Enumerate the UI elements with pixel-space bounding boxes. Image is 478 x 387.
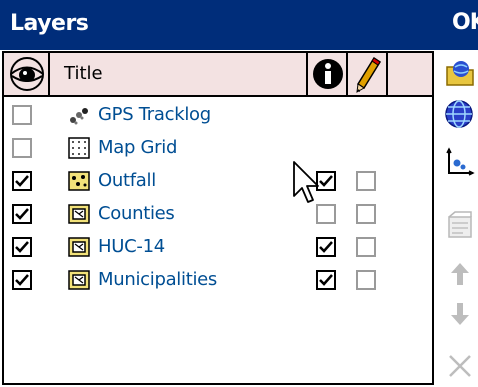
title-bar: Layers OK	[0, 0, 478, 50]
close-icon[interactable]	[443, 349, 477, 383]
layer-row-counties[interactable]: Counties	[4, 198, 432, 231]
layers-dialog: Layers OK Title	[0, 0, 478, 387]
add-layer-folder-icon[interactable]	[443, 57, 477, 91]
arrow-up-icon[interactable]	[443, 257, 477, 291]
layer-name: Map Grid	[98, 137, 178, 158]
polygon-layer-icon	[68, 237, 90, 257]
pencil-icon	[356, 56, 382, 93]
polygon-layer-icon	[68, 270, 90, 290]
layer-name: Counties	[98, 203, 175, 224]
layer-name: GPS Tracklog	[98, 104, 211, 125]
title-column-header[interactable]: Title	[50, 53, 308, 95]
checkmark-icon	[319, 274, 333, 286]
edit-checkbox[interactable]	[356, 171, 376, 191]
visibility-checkbox[interactable]	[12, 171, 32, 191]
globe-icon[interactable]	[443, 97, 477, 131]
layer-row-huc-14[interactable]: HUC-14	[4, 231, 432, 264]
info-checkbox[interactable]	[316, 237, 336, 257]
visibility-column-header[interactable]	[4, 53, 50, 95]
layer-name: Outfall	[98, 170, 156, 191]
checkmark-icon	[15, 241, 29, 253]
map-grid-icon	[68, 137, 90, 159]
checkmark-icon	[15, 274, 29, 286]
empty-column-header	[388, 53, 432, 95]
polygon-layer-icon	[68, 204, 90, 224]
layer-row-outfall[interactable]: Outfall	[4, 165, 432, 198]
layer-properties-icon[interactable]	[443, 209, 477, 243]
layer-name: HUC-14	[98, 236, 165, 257]
layers-list[interactable]: Title GPS Tracklog Map Grid Outfall Coun…	[2, 51, 434, 385]
visibility-checkbox[interactable]	[12, 237, 32, 257]
title-header-label: Title	[64, 63, 103, 84]
layer-row-map-grid[interactable]: Map Grid	[4, 132, 432, 165]
arrow-down-icon[interactable]	[443, 297, 477, 331]
layer-name: Municipalities	[98, 269, 218, 290]
info-icon	[313, 59, 343, 89]
info-checkbox[interactable]	[316, 270, 336, 290]
edit-checkbox[interactable]	[356, 270, 376, 290]
visibility-checkbox[interactable]	[12, 270, 32, 290]
layer-row-municipalities[interactable]: Municipalities	[4, 264, 432, 297]
info-column-header[interactable]	[308, 53, 348, 95]
checkmark-icon	[15, 175, 29, 187]
visibility-checkbox[interactable]	[12, 105, 32, 125]
checkmark-icon	[319, 241, 333, 253]
layer-toolbar	[437, 51, 478, 387]
dialog-title: Layers	[10, 11, 89, 36]
visibility-checkbox[interactable]	[12, 204, 32, 224]
visibility-checkbox[interactable]	[12, 138, 32, 158]
checkmark-icon	[15, 208, 29, 220]
layer-row-gps-tracklog[interactable]: GPS Tracklog	[4, 99, 432, 132]
ok-button[interactable]: OK	[452, 10, 478, 40]
axes-icon[interactable]	[443, 145, 477, 179]
edit-column-header[interactable]	[348, 53, 388, 95]
mouse-cursor-icon	[293, 161, 319, 203]
point-layer-icon	[68, 171, 90, 191]
edit-checkbox[interactable]	[356, 204, 376, 224]
eye-icon	[10, 57, 44, 91]
column-header: Title	[4, 53, 432, 97]
gps-tracklog-icon	[70, 108, 88, 125]
edit-checkbox[interactable]	[356, 237, 376, 257]
